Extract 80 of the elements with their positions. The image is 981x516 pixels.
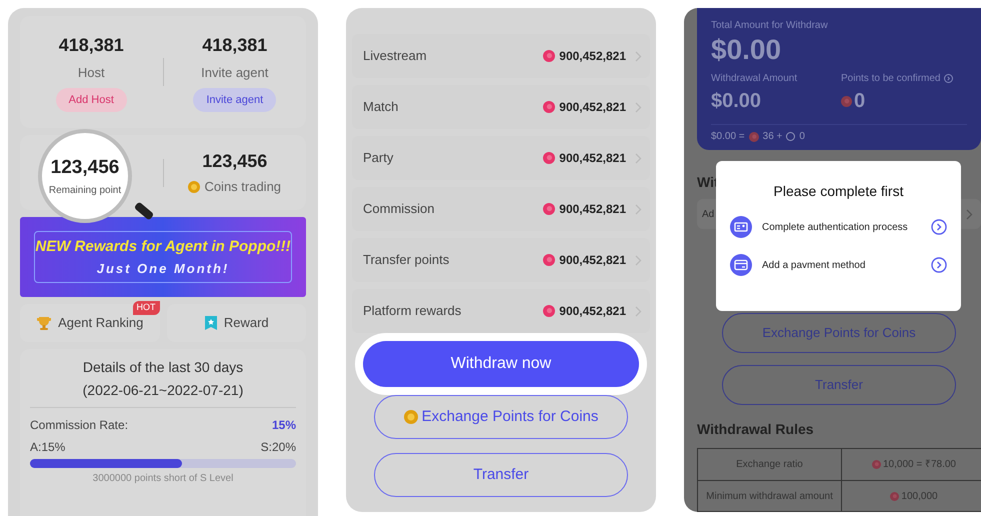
pending-points-value: 0: [854, 89, 866, 114]
income-label: Livestream: [363, 47, 428, 66]
stat-label: Host: [78, 64, 105, 82]
outline-button[interactable]: Transfer: [374, 453, 628, 497]
income-amount: 900,452,821: [559, 303, 626, 320]
income-amount: 900,452,821: [559, 150, 626, 167]
chevron-right-icon: [635, 204, 642, 214]
withdrawal-amount: $0.00: [711, 89, 762, 114]
income-label: Match: [363, 98, 400, 116]
circle-chevron-icon: [931, 219, 947, 235]
dialog-task-row[interactable]: Add a pavment method: [730, 254, 947, 276]
stat-action-button[interactable]: Invite agent: [193, 88, 276, 112]
credit-card-icon: [730, 254, 752, 276]
income-amount: 900,452,821: [559, 201, 626, 218]
rules-title: Withdrawal Rules: [697, 420, 815, 439]
task-label: Complete authentication process: [762, 222, 909, 232]
coins-label: Coins trading: [204, 178, 282, 196]
income-label: Transfer points: [363, 251, 450, 270]
withdraw-button[interactable]: Withdraw now: [363, 341, 639, 387]
trophy-icon: [36, 315, 52, 331]
id-card-icon: [730, 216, 752, 238]
dialog-title: Please complete first: [774, 182, 904, 201]
level-end-label: S:20%: [260, 439, 296, 456]
point-coin-icon: [543, 50, 556, 62]
point-coin-icon: [543, 305, 556, 317]
total-amount: $0.00: [711, 33, 782, 67]
chevron-right-icon: [635, 254, 642, 266]
table-cell: Exchange ratio: [698, 449, 842, 480]
commission-value: 15%: [272, 417, 296, 434]
formula-coins: 0: [799, 130, 805, 144]
coin-icon: [404, 410, 418, 424]
info-icon: [944, 74, 952, 83]
coins-value: 123,456: [202, 150, 268, 174]
point-coin-icon: [841, 96, 852, 106]
details-title: Details of the last 30 days: [82, 358, 244, 377]
table-cell: 10,000 = ₹78.00: [842, 449, 981, 480]
level-note: 3000000 points short of S Level: [92, 472, 234, 486]
commission-label: Commission Rate:: [30, 417, 128, 434]
ribbon-badge-icon: [204, 315, 218, 331]
table-cell: 100,000: [842, 481, 981, 511]
circle-chevron-icon: [931, 257, 947, 273]
remaining-points-value: 123,456: [50, 156, 120, 180]
stat-value: 418,381: [58, 34, 124, 57]
chevron-right-icon: [635, 102, 642, 112]
coin-icon: [188, 181, 200, 193]
level-start-label: A:15%: [30, 439, 66, 456]
point-coin-icon: [543, 254, 556, 266]
chevron-right-icon: [635, 306, 642, 316]
dialog-task-row[interactable]: Complete authentication process: [730, 216, 947, 238]
stat-label: Invite agent: [201, 64, 268, 82]
withdrawal-label: Withdrawal Amount: [711, 72, 798, 86]
chevron-right-icon: [635, 50, 642, 62]
banner-subtitle: Just One Month!: [96, 260, 230, 278]
income-amount: 900,452,821: [559, 48, 626, 65]
point-coin-icon: [748, 132, 759, 142]
income-amount: 900,452,821: [559, 252, 626, 269]
remaining-points-label: Remaining point: [48, 184, 122, 198]
banner-title: NEW Rewards for Agent in Poppo!!!: [35, 237, 291, 257]
formula-amount: $0.00 =: [711, 130, 745, 144]
income-label: Platform rewards: [363, 302, 462, 320]
chevron-right-icon: [966, 208, 973, 220]
pending-points-label: Points to be confirmed: [841, 72, 940, 86]
promo-banner[interactable]: NEW Rewards for Agent in Poppo!!! Just One Month!: [20, 217, 306, 297]
hot-badge: HOT: [132, 301, 160, 314]
formula-points: 36 +: [762, 130, 782, 144]
table-cell: Minimum withdrawal amount: [698, 481, 842, 511]
income-label: Party: [363, 149, 394, 168]
point-coin-icon: [872, 460, 881, 469]
chevron-right-icon: [635, 152, 642, 164]
task-label: Add a pavment method: [762, 260, 866, 270]
income-label: Commission: [363, 200, 436, 218]
point-coin-icon: [543, 203, 556, 215]
outline-button[interactable]: Exchange Points for Coins: [374, 395, 628, 439]
income-amount: 900,452,821: [559, 99, 626, 116]
stat-value: 418,381: [202, 34, 268, 57]
total-label: Total Amount for Withdraw: [711, 19, 829, 33]
point-coin-icon: [543, 152, 556, 164]
point-coin-icon: [890, 492, 900, 500]
details-range: (2022-06-21~2022-07-21): [82, 381, 244, 400]
point-coin-icon: [543, 101, 556, 113]
